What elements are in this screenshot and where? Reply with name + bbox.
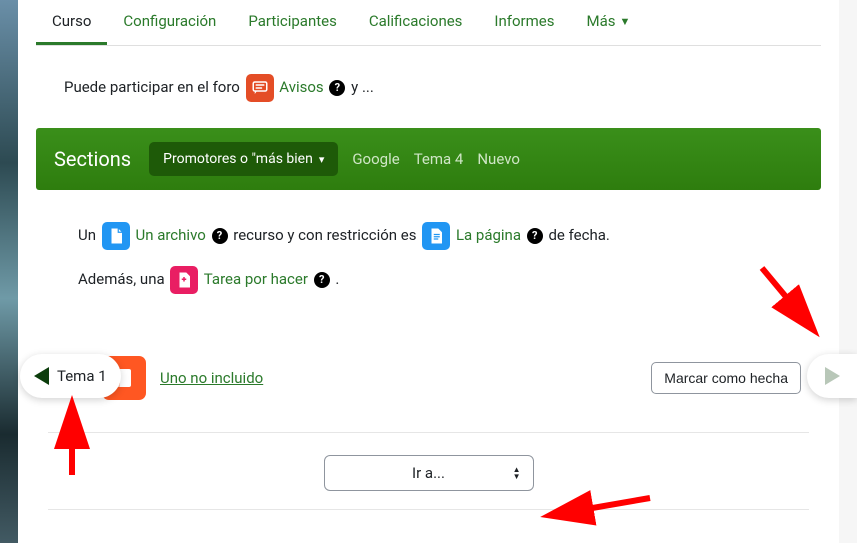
prev-section-button[interactable]: Tema 1 [20,354,121,398]
jumpto-select[interactable]: Ir a... ▲▼ [324,455,534,491]
tab-course[interactable]: Curso [36,0,107,45]
content-line-1: Un Un archivo ? recurso y con restricció… [78,220,811,250]
tab-reports[interactable]: Informes [478,0,570,45]
activity-actions: Marcar como hecha [651,362,801,394]
help-icon[interactable]: ? [527,228,543,244]
section-content: Un Un archivo ? recurso y con restricció… [36,190,821,318]
page-container: Curso Configuración Participantes Califi… [18,0,839,510]
prev-section-label: Tema 1 [57,367,107,385]
intro-paragraph: Puede participar en el foro Avisos ? y .… [36,46,821,120]
text: Además, una [78,270,168,288]
section-link-tema4[interactable]: Tema 4 [414,150,464,168]
forum-icon [246,74,274,102]
page-link[interactable]: La página [456,226,521,244]
intro-suffix: y ... [351,78,374,96]
tab-config[interactable]: Configuración [107,0,232,45]
text: . [335,270,339,288]
text: de fecha. [548,226,609,244]
activity-row: Uno no incluido Marcar como hecha [36,344,821,412]
section-link-google[interactable]: Google [352,150,399,168]
tab-more-label: Más [587,12,616,30]
background-right-strip [839,0,857,543]
text: Un [78,226,100,244]
jumpto-label: Ir a... [412,464,445,482]
background-left-strip [0,0,18,543]
file-link[interactable]: Un archivo [135,226,205,244]
divider [48,509,809,510]
help-icon[interactable]: ? [212,228,228,244]
assignment-icon [170,266,198,294]
sections-bar: Sections Promotores o "más bien ▾ Google… [36,128,821,190]
sections-title: Sections [54,147,131,171]
next-section-button[interactable] [807,354,857,398]
select-caret-icon: ▲▼ [513,467,521,480]
activity-link[interactable]: Uno no incluido [160,369,263,387]
jumpto-container: Ir a... ▲▼ [36,433,821,501]
forum-link[interactable]: Avisos [279,78,323,96]
text: recurso y con restricción es [233,226,420,244]
triangle-left-icon [34,367,49,385]
page-icon [422,222,450,250]
mark-done-button[interactable]: Marcar como hecha [651,362,801,394]
chevron-down-icon: ▼ [620,15,631,28]
tab-participants[interactable]: Participantes [232,0,353,45]
help-icon[interactable]: ? [329,80,345,96]
section-link-nuevo[interactable]: Nuevo [477,150,520,168]
tab-grades[interactable]: Calificaciones [353,0,479,45]
content-line-2: Además, una Tarea por hacer ? . [78,264,811,294]
triangle-right-icon [825,367,840,385]
section-dropdown-active[interactable]: Promotores o "más bien ▾ [149,142,338,176]
assignment-link[interactable]: Tarea por hacer [204,270,308,288]
intro-prefix: Puede participar en el foro [64,78,244,96]
tab-more[interactable]: Más ▼ [571,0,647,45]
course-nav-tabs: Curso Configuración Participantes Califi… [36,0,821,46]
file-icon [102,222,130,250]
help-icon[interactable]: ? [314,272,330,288]
section-active-label: Promotores o "más bien [163,151,313,167]
chevron-down-icon: ▾ [319,153,325,166]
